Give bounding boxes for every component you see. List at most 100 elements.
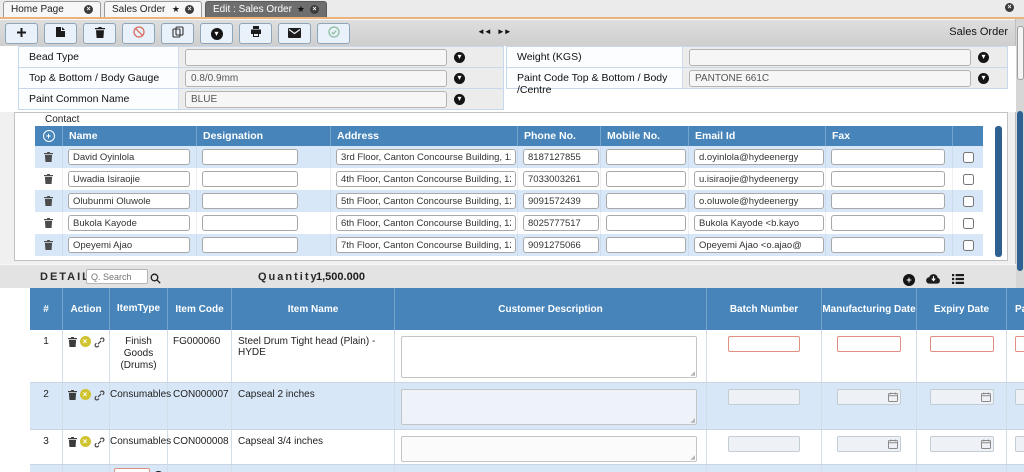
contact-address-input[interactable]	[336, 171, 516, 187]
contact-designation-input[interactable]	[202, 149, 298, 165]
details-search-input[interactable]	[86, 269, 148, 284]
manufacturing-date-input[interactable]	[837, 336, 901, 352]
contact-phone-input[interactable]	[523, 149, 599, 165]
contact-email-input[interactable]	[694, 215, 824, 231]
trash-icon[interactable]	[44, 218, 53, 228]
cancel-icon[interactable]	[79, 336, 91, 347]
contact-fax-input[interactable]	[831, 149, 945, 165]
gauge-input[interactable]	[185, 69, 447, 87]
contact-fax-input[interactable]	[831, 215, 945, 231]
trash-icon[interactable]	[44, 240, 53, 250]
row-select-checkbox[interactable]	[962, 151, 974, 163]
fast-forward-icon[interactable]	[497, 27, 511, 36]
chevron-down-icon[interactable]	[454, 51, 465, 63]
star-icon[interactable]	[172, 5, 180, 14]
add-row-icon[interactable]	[903, 274, 915, 286]
contact-fax-input[interactable]	[831, 171, 945, 187]
tab-sales-order[interactable]: Sales Order	[104, 1, 202, 17]
packing-input[interactable]	[1015, 436, 1024, 452]
cancel-icon[interactable]	[79, 389, 91, 400]
trash-icon[interactable]	[44, 152, 53, 162]
collapse-button[interactable]	[200, 23, 233, 44]
copy-button[interactable]	[161, 23, 194, 44]
trash-icon[interactable]	[44, 196, 53, 206]
contact-phone-input[interactable]	[523, 193, 599, 209]
cloud-download-icon[interactable]	[926, 271, 941, 289]
new-button[interactable]	[5, 23, 38, 44]
weight-input[interactable]	[689, 48, 971, 66]
batch-number-input[interactable]	[728, 389, 800, 405]
chevron-down-icon[interactable]	[454, 93, 465, 105]
customer-description-textarea[interactable]	[401, 389, 697, 425]
contact-phone-input[interactable]	[523, 215, 599, 231]
chevron-down-icon[interactable]	[978, 51, 989, 63]
paint-code-input[interactable]	[689, 69, 971, 87]
chevron-down-icon[interactable]	[978, 72, 989, 84]
contact-mobile-input[interactable]	[606, 149, 686, 165]
list-view-icon[interactable]	[952, 271, 964, 289]
contact-address-input[interactable]	[336, 215, 516, 231]
row-select-checkbox[interactable]	[962, 173, 974, 185]
add-contact-icon[interactable]	[42, 130, 55, 142]
close-icon[interactable]	[84, 5, 93, 14]
contact-grid-scrollbar[interactable]	[995, 126, 1002, 257]
contact-email-input[interactable]	[694, 237, 824, 253]
row-select-checkbox[interactable]	[962, 217, 974, 229]
contact-email-input[interactable]	[694, 193, 824, 209]
row-select-checkbox[interactable]	[962, 239, 974, 251]
row-select-checkbox[interactable]	[962, 195, 974, 207]
manufacturing-date-input[interactable]	[837, 436, 901, 452]
search-icon[interactable]	[150, 271, 161, 289]
cancel-button[interactable]	[122, 23, 155, 44]
contact-phone-input[interactable]	[523, 171, 599, 187]
packing-input[interactable]	[1015, 389, 1024, 405]
batch-number-input[interactable]	[728, 436, 800, 452]
paint-common-name-input[interactable]	[185, 90, 447, 108]
trash-icon[interactable]	[67, 390, 77, 400]
customer-description-textarea[interactable]	[401, 336, 697, 378]
contact-mobile-input[interactable]	[606, 215, 686, 231]
contact-name-input[interactable]	[68, 237, 190, 253]
expiry-date-input[interactable]	[929, 336, 994, 352]
contact-email-input[interactable]	[694, 149, 824, 165]
packing-input[interactable]	[1015, 336, 1024, 352]
trash-icon[interactable]	[44, 174, 53, 184]
scrollbar-thumb[interactable]	[1017, 26, 1024, 80]
contact-designation-input[interactable]	[202, 215, 298, 231]
close-icon[interactable]	[310, 5, 319, 14]
contact-name-input[interactable]	[68, 193, 190, 209]
contact-name-input[interactable]	[68, 171, 190, 187]
customer-description-textarea[interactable]	[401, 436, 697, 462]
trash-icon[interactable]	[67, 337, 77, 347]
tab-edit-sales-order[interactable]: Edit : Sales Order	[205, 1, 327, 17]
scrollbar-thumb[interactable]	[1017, 111, 1023, 271]
contact-address-input[interactable]	[336, 193, 516, 209]
contact-address-input[interactable]	[336, 149, 516, 165]
contact-mobile-input[interactable]	[606, 171, 686, 187]
expiry-date-input[interactable]	[929, 436, 994, 452]
link-icon[interactable]	[94, 390, 105, 401]
contact-mobile-input[interactable]	[606, 193, 686, 209]
close-icon[interactable]	[185, 5, 194, 14]
approve-button[interactable]	[317, 23, 350, 44]
contact-name-input[interactable]	[68, 149, 190, 165]
bead-type-input[interactable]	[185, 48, 447, 66]
trash-icon[interactable]	[67, 437, 77, 447]
contact-email-input[interactable]	[694, 171, 824, 187]
contact-designation-input[interactable]	[202, 193, 298, 209]
star-icon[interactable]	[297, 5, 305, 14]
contact-designation-input[interactable]	[202, 237, 298, 253]
link-icon[interactable]	[94, 437, 105, 448]
print-button[interactable]	[239, 23, 272, 44]
contact-fax-input[interactable]	[831, 237, 945, 253]
manufacturing-date-input[interactable]	[837, 389, 901, 405]
contact-mobile-input[interactable]	[606, 237, 686, 253]
contact-name-input[interactable]	[68, 215, 190, 231]
contact-phone-input[interactable]	[523, 237, 599, 253]
expiry-date-input[interactable]	[929, 389, 994, 405]
email-button[interactable]	[278, 23, 311, 44]
batch-number-input[interactable]	[728, 336, 800, 352]
item-type-select[interactable]	[113, 468, 150, 472]
delete-button[interactable]	[83, 23, 116, 44]
paste-button[interactable]	[44, 23, 77, 44]
